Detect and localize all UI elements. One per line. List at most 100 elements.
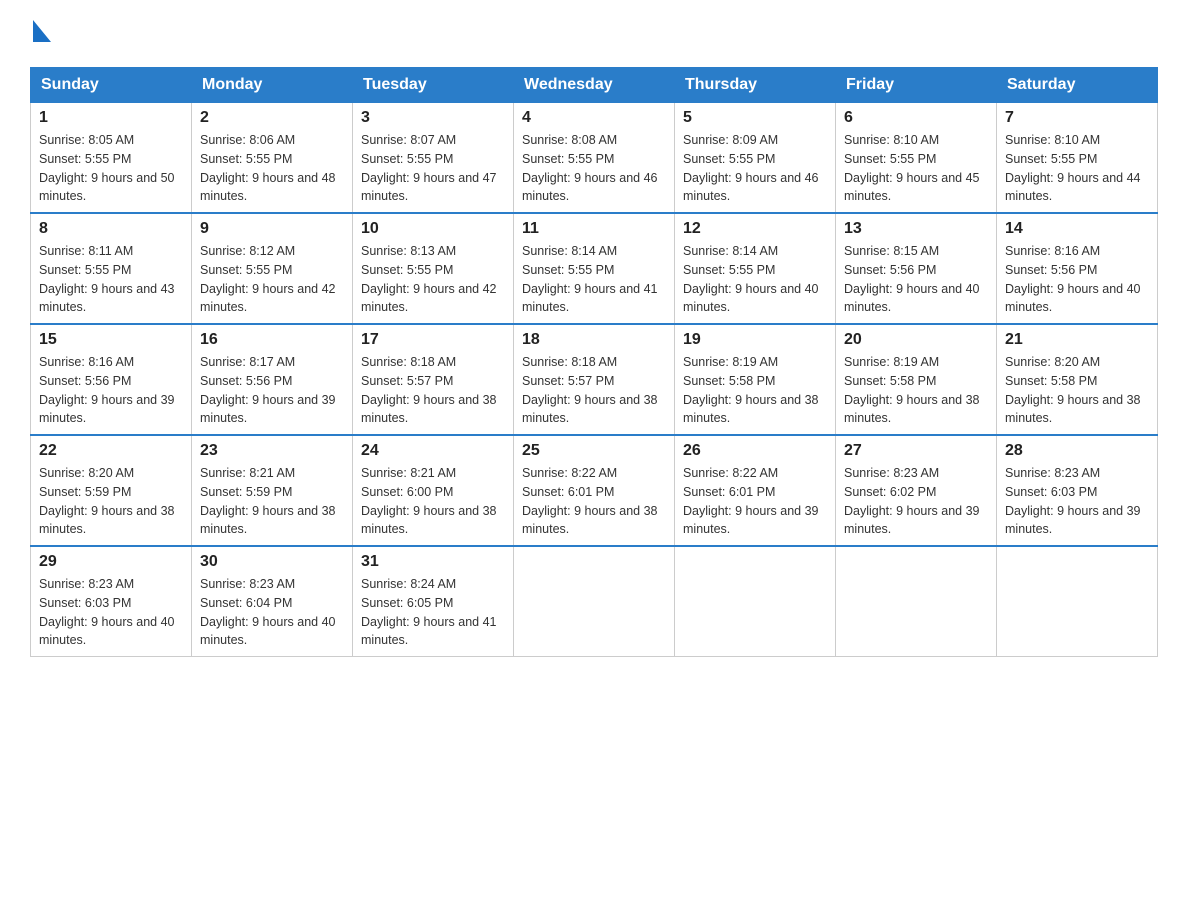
day-info: Sunrise: 8:22 AMSunset: 6:01 PMDaylight:… [683,466,819,536]
day-number: 3 [361,109,505,127]
day-number: 22 [39,442,183,460]
day-info: Sunrise: 8:18 AMSunset: 5:57 PMDaylight:… [522,355,658,425]
day-info: Sunrise: 8:22 AMSunset: 6:01 PMDaylight:… [522,466,658,536]
day-info: Sunrise: 8:19 AMSunset: 5:58 PMDaylight:… [683,355,819,425]
calendar-cell: 9 Sunrise: 8:12 AMSunset: 5:55 PMDayligh… [192,213,353,324]
day-number: 11 [522,220,666,238]
calendar-table: SundayMondayTuesdayWednesdayThursdayFrid… [30,67,1158,657]
day-info: Sunrise: 8:08 AMSunset: 5:55 PMDaylight:… [522,133,658,203]
day-info: Sunrise: 8:21 AMSunset: 5:59 PMDaylight:… [200,466,336,536]
calendar-cell [675,546,836,657]
weekday-header-friday: Friday [836,68,997,103]
calendar-cell: 31 Sunrise: 8:24 AMSunset: 6:05 PMDaylig… [353,546,514,657]
day-number: 5 [683,109,827,127]
day-info: Sunrise: 8:11 AMSunset: 5:55 PMDaylight:… [39,244,175,314]
day-info: Sunrise: 8:16 AMSunset: 5:56 PMDaylight:… [39,355,175,425]
calendar-week-4: 22 Sunrise: 8:20 AMSunset: 5:59 PMDaylig… [31,435,1158,546]
day-info: Sunrise: 8:10 AMSunset: 5:55 PMDaylight:… [1005,133,1141,203]
day-info: Sunrise: 8:20 AMSunset: 5:59 PMDaylight:… [39,466,175,536]
calendar-cell: 26 Sunrise: 8:22 AMSunset: 6:01 PMDaylig… [675,435,836,546]
calendar-cell: 17 Sunrise: 8:18 AMSunset: 5:57 PMDaylig… [353,324,514,435]
calendar-cell: 2 Sunrise: 8:06 AMSunset: 5:55 PMDayligh… [192,103,353,214]
day-number: 12 [683,220,827,238]
day-info: Sunrise: 8:20 AMSunset: 5:58 PMDaylight:… [1005,355,1141,425]
day-number: 9 [200,220,344,238]
day-info: Sunrise: 8:13 AMSunset: 5:55 PMDaylight:… [361,244,497,314]
day-number: 27 [844,442,988,460]
calendar-week-3: 15 Sunrise: 8:16 AMSunset: 5:56 PMDaylig… [31,324,1158,435]
day-info: Sunrise: 8:24 AMSunset: 6:05 PMDaylight:… [361,577,497,647]
calendar-cell [997,546,1158,657]
day-number: 4 [522,109,666,127]
day-number: 18 [522,331,666,349]
calendar-cell: 5 Sunrise: 8:09 AMSunset: 5:55 PMDayligh… [675,103,836,214]
day-info: Sunrise: 8:23 AMSunset: 6:02 PMDaylight:… [844,466,980,536]
calendar-cell: 1 Sunrise: 8:05 AMSunset: 5:55 PMDayligh… [31,103,192,214]
calendar-cell: 4 Sunrise: 8:08 AMSunset: 5:55 PMDayligh… [514,103,675,214]
calendar-cell [514,546,675,657]
weekday-header-monday: Monday [192,68,353,103]
day-info: Sunrise: 8:10 AMSunset: 5:55 PMDaylight:… [844,133,980,203]
calendar-cell: 13 Sunrise: 8:15 AMSunset: 5:56 PMDaylig… [836,213,997,324]
calendar-cell: 16 Sunrise: 8:17 AMSunset: 5:56 PMDaylig… [192,324,353,435]
calendar-cell: 7 Sunrise: 8:10 AMSunset: 5:55 PMDayligh… [997,103,1158,214]
calendar-cell: 10 Sunrise: 8:13 AMSunset: 5:55 PMDaylig… [353,213,514,324]
day-info: Sunrise: 8:09 AMSunset: 5:55 PMDaylight:… [683,133,819,203]
day-number: 29 [39,553,183,571]
day-number: 19 [683,331,827,349]
day-number: 17 [361,331,505,349]
day-number: 14 [1005,220,1149,238]
calendar-week-5: 29 Sunrise: 8:23 AMSunset: 6:03 PMDaylig… [31,546,1158,657]
calendar-cell: 14 Sunrise: 8:16 AMSunset: 5:56 PMDaylig… [997,213,1158,324]
day-info: Sunrise: 8:05 AMSunset: 5:55 PMDaylight:… [39,133,175,203]
day-number: 7 [1005,109,1149,127]
calendar-cell: 30 Sunrise: 8:23 AMSunset: 6:04 PMDaylig… [192,546,353,657]
day-number: 25 [522,442,666,460]
day-number: 30 [200,553,344,571]
calendar-cell: 28 Sunrise: 8:23 AMSunset: 6:03 PMDaylig… [997,435,1158,546]
day-info: Sunrise: 8:23 AMSunset: 6:04 PMDaylight:… [200,577,336,647]
day-number: 20 [844,331,988,349]
weekday-header-saturday: Saturday [997,68,1158,103]
day-info: Sunrise: 8:18 AMSunset: 5:57 PMDaylight:… [361,355,497,425]
day-number: 15 [39,331,183,349]
day-number: 16 [200,331,344,349]
calendar-cell: 15 Sunrise: 8:16 AMSunset: 5:56 PMDaylig… [31,324,192,435]
day-info: Sunrise: 8:14 AMSunset: 5:55 PMDaylight:… [522,244,658,314]
day-number: 23 [200,442,344,460]
day-info: Sunrise: 8:06 AMSunset: 5:55 PMDaylight:… [200,133,336,203]
calendar-week-1: 1 Sunrise: 8:05 AMSunset: 5:55 PMDayligh… [31,103,1158,214]
day-number: 26 [683,442,827,460]
day-number: 2 [200,109,344,127]
day-number: 10 [361,220,505,238]
calendar-cell: 27 Sunrise: 8:23 AMSunset: 6:02 PMDaylig… [836,435,997,546]
weekday-header-wednesday: Wednesday [514,68,675,103]
day-number: 13 [844,220,988,238]
day-info: Sunrise: 8:12 AMSunset: 5:55 PMDaylight:… [200,244,336,314]
day-number: 6 [844,109,988,127]
day-number: 28 [1005,442,1149,460]
calendar-cell: 29 Sunrise: 8:23 AMSunset: 6:03 PMDaylig… [31,546,192,657]
calendar-week-2: 8 Sunrise: 8:11 AMSunset: 5:55 PMDayligh… [31,213,1158,324]
calendar-cell: 18 Sunrise: 8:18 AMSunset: 5:57 PMDaylig… [514,324,675,435]
day-info: Sunrise: 8:07 AMSunset: 5:55 PMDaylight:… [361,133,497,203]
calendar-cell: 23 Sunrise: 8:21 AMSunset: 5:59 PMDaylig… [192,435,353,546]
day-number: 24 [361,442,505,460]
calendar-cell: 21 Sunrise: 8:20 AMSunset: 5:58 PMDaylig… [997,324,1158,435]
logo [30,20,51,47]
logo-triangle-icon [33,20,51,47]
calendar-cell: 22 Sunrise: 8:20 AMSunset: 5:59 PMDaylig… [31,435,192,546]
calendar-cell [836,546,997,657]
day-number: 31 [361,553,505,571]
day-info: Sunrise: 8:21 AMSunset: 6:00 PMDaylight:… [361,466,497,536]
day-number: 1 [39,109,183,127]
day-info: Sunrise: 8:15 AMSunset: 5:56 PMDaylight:… [844,244,980,314]
weekday-header-row: SundayMondayTuesdayWednesdayThursdayFrid… [31,68,1158,103]
calendar-cell: 6 Sunrise: 8:10 AMSunset: 5:55 PMDayligh… [836,103,997,214]
weekday-header-tuesday: Tuesday [353,68,514,103]
day-info: Sunrise: 8:17 AMSunset: 5:56 PMDaylight:… [200,355,336,425]
day-info: Sunrise: 8:23 AMSunset: 6:03 PMDaylight:… [1005,466,1141,536]
calendar-cell: 3 Sunrise: 8:07 AMSunset: 5:55 PMDayligh… [353,103,514,214]
day-number: 21 [1005,331,1149,349]
day-info: Sunrise: 8:14 AMSunset: 5:55 PMDaylight:… [683,244,819,314]
